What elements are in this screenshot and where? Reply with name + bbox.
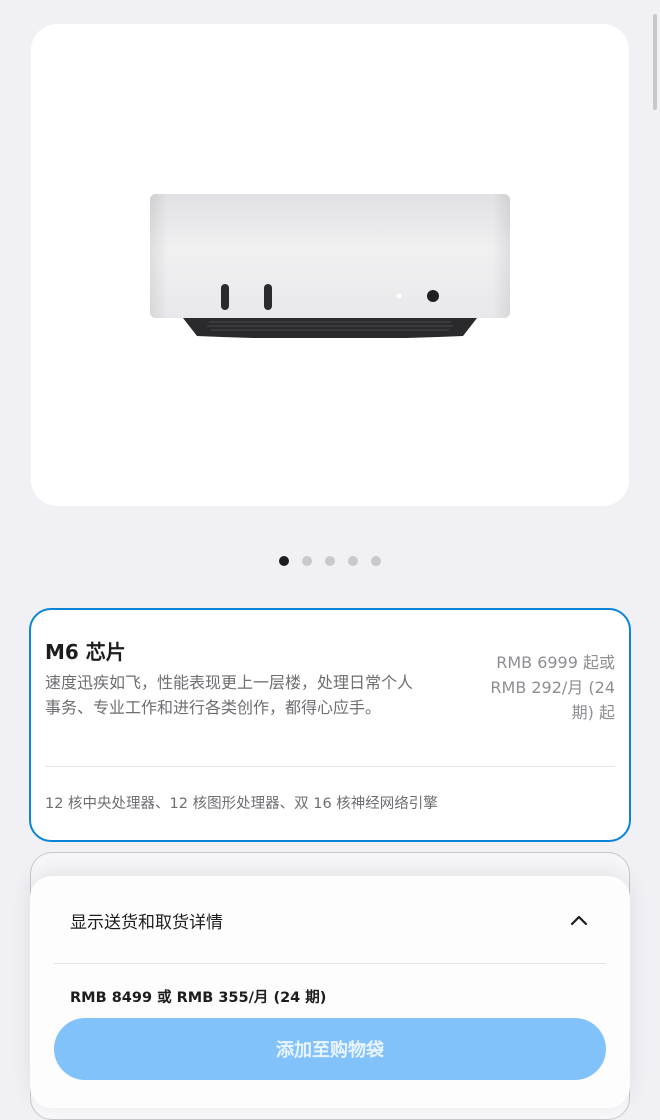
purchase-sheet: 显示送货和取货详情 RMB 8499 或 RMB 355/月 (24 期) 添加… bbox=[30, 876, 630, 1108]
option-specs: 12 核中央处理器、12 核图形处理器、双 16 核神经网络引擎 bbox=[45, 796, 438, 812]
delivery-details-toggle[interactable]: 显示送货和取货详情 bbox=[54, 876, 606, 964]
option-price: RMB 6999 起或 RMB 292/月 (24 期) 起 bbox=[455, 650, 615, 725]
chip-option-card-m6[interactable]: M6 芯片 速度迅疾如飞，性能表现更上一层楼，处理日常个人事务、专业工作和进行各… bbox=[29, 608, 631, 842]
add-to-bag-button[interactable]: 添加至购物袋 bbox=[54, 1018, 606, 1080]
chevron-up-icon[interactable] bbox=[568, 909, 590, 931]
product-image bbox=[150, 194, 510, 338]
page-dot-2[interactable] bbox=[302, 556, 312, 566]
option-price-line-1: RMB 6999 起或 bbox=[496, 653, 615, 672]
delivery-details-label: 显示送货和取货详情 bbox=[70, 912, 223, 933]
option-title: M6 芯片 bbox=[45, 640, 126, 664]
scrollbar[interactable] bbox=[653, 14, 657, 110]
page-dot-3[interactable] bbox=[325, 556, 335, 566]
sheet-divider bbox=[54, 963, 606, 964]
option-description: 速度迅疾如飞，性能表现更上一层楼，处理日常个人事务、专业工作和进行各类创作，都得… bbox=[45, 673, 414, 717]
page-dot-1[interactable] bbox=[279, 556, 289, 566]
option-price-line-2: RMB 292/月 (24 bbox=[490, 678, 615, 697]
page-indicator[interactable] bbox=[0, 554, 660, 568]
product-image-card[interactable] bbox=[31, 24, 629, 506]
option-price-line-3: 期) 起 bbox=[571, 703, 615, 722]
page-dot-4[interactable] bbox=[348, 556, 358, 566]
page-dot-5[interactable] bbox=[371, 556, 381, 566]
option-divider bbox=[45, 766, 615, 767]
total-price: RMB 8499 或 RMB 355/月 (24 期) bbox=[70, 990, 327, 1006]
